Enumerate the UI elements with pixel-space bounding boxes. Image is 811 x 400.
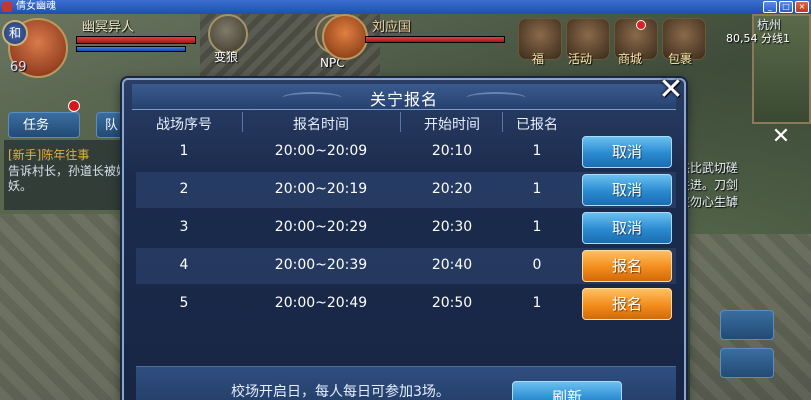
cancel-button[interactable]: 取消 xyxy=(582,174,672,206)
activity-label: 活动 xyxy=(568,52,593,66)
column-divider xyxy=(502,112,503,132)
close-icon[interactable]: ✕ xyxy=(768,124,794,150)
bag-label: 包裹 xyxy=(668,52,693,66)
row-index: 3 xyxy=(179,219,189,235)
window-controls: _ □ × xyxy=(763,1,809,13)
transform-skill-label: 变狼 xyxy=(214,50,239,64)
player-hp-bar xyxy=(76,36,196,44)
col-start-time: 开始时间 xyxy=(424,117,480,133)
tab-quest[interactable]: 任务 xyxy=(8,112,80,138)
welfare-label: 福 xyxy=(532,52,545,66)
player-name: 幽冥异人 xyxy=(82,20,135,35)
player-badge: 和 xyxy=(2,20,28,46)
window-titlebar: 倩女幽魂 _ □ × xyxy=(0,0,811,14)
row-registered: 0 xyxy=(532,257,542,273)
window-title: 倩女幽魂 xyxy=(16,1,56,12)
player-hud: 和 69 幽冥异人 xyxy=(0,14,200,84)
row-start-time: 20:20 xyxy=(431,181,473,197)
quest-description: 告诉村长，孙道长被妖妖。 xyxy=(8,164,129,193)
target-name: 刘应国 xyxy=(372,20,412,35)
row-signup-time: 20:00~20:19 xyxy=(274,181,368,197)
row-signup-time: 20:00~20:29 xyxy=(274,219,368,235)
row-registered: 1 xyxy=(532,143,542,159)
minimap-coords: 80,54 分线1 xyxy=(726,32,790,45)
signup-button[interactable]: 报名 xyxy=(582,288,672,320)
cancel-button[interactable]: 取消 xyxy=(582,136,672,168)
row-registered: 1 xyxy=(532,295,542,311)
quest-title[interactable]: [新手]陈年往事 xyxy=(8,146,89,163)
app-icon xyxy=(2,2,12,12)
row-registered: 1 xyxy=(532,181,542,197)
minimize-button[interactable]: _ xyxy=(763,1,777,13)
chat-line: 共进。刀剑 xyxy=(678,178,739,192)
row-index: 1 xyxy=(179,143,189,159)
table-row: 1 20:00~20:09 20:10 1 取消 xyxy=(136,134,676,170)
dialog-header: 关宁报名 xyxy=(132,84,676,110)
row-start-time: 20:10 xyxy=(431,143,473,159)
cancel-button[interactable]: 取消 xyxy=(582,212,672,244)
shop-notification-dot xyxy=(636,20,646,30)
footer-hint: 校场开启日，每人每日可参加3场。 xyxy=(231,384,450,400)
chat-strip: 杰比武切磋 共进。刀剑 侠勿心生罅 xyxy=(678,160,778,211)
chat-line: 杰比武切磋 xyxy=(678,161,739,175)
column-divider xyxy=(242,112,243,132)
table-row: 5 20:00~20:49 20:50 1 报名 xyxy=(136,286,676,322)
dialog-footer: 校场开启日，每人每日可参加3场。 刷新 xyxy=(136,366,676,400)
row-index: 4 xyxy=(179,257,189,273)
chat-line: 侠勿心生罅 xyxy=(678,195,739,209)
table-header: 战场序号 报名时间 开始时间 已报名 xyxy=(136,110,676,134)
table-row: 4 20:00~20:39 20:40 0 报名 xyxy=(136,248,676,284)
row-start-time: 20:50 xyxy=(431,295,473,311)
player-level: 69 xyxy=(10,60,27,75)
row-signup-time: 20:00~20:39 xyxy=(274,257,368,273)
col-signup-time: 报名时间 xyxy=(293,117,349,133)
shop-label: 商城 xyxy=(618,52,643,66)
row-start-time: 20:40 xyxy=(431,257,473,273)
right-panel-button[interactable] xyxy=(720,310,774,340)
row-signup-time: 20:00~20:09 xyxy=(274,143,368,159)
row-registered: 1 xyxy=(532,219,542,235)
signup-dialog: 关宁报名 ✕ 战场序号 报名时间 开始时间 已报名 1 20:00~20:09 … xyxy=(122,74,686,400)
row-index: 2 xyxy=(179,181,189,197)
window-close-button[interactable]: × xyxy=(795,1,809,13)
player-mp-bar xyxy=(76,46,186,52)
row-index: 5 xyxy=(179,295,189,311)
maximize-button[interactable]: □ xyxy=(779,1,793,13)
row-start-time: 20:30 xyxy=(431,219,473,235)
row-signup-time: 20:00~20:49 xyxy=(274,295,368,311)
column-divider xyxy=(400,112,401,132)
right-panel-button[interactable] xyxy=(720,348,774,378)
refresh-button[interactable]: 刷新 xyxy=(512,381,622,400)
target-avatar[interactable] xyxy=(322,14,368,60)
col-battle-index: 战场序号 xyxy=(156,117,212,133)
target-hp-bar xyxy=(365,36,505,43)
col-registered: 已报名 xyxy=(516,117,558,133)
table-row: 3 20:00~20:29 20:30 1 取消 xyxy=(136,210,676,246)
dialog-close-button[interactable]: ✕ xyxy=(654,74,688,108)
table-row: 2 20:00~20:19 20:20 1 取消 xyxy=(136,172,676,208)
quest-notification-dot xyxy=(68,100,80,112)
dialog-title: 关宁报名 xyxy=(369,90,438,109)
signup-button[interactable]: 报名 xyxy=(582,250,672,282)
scene-stone-left xyxy=(0,214,130,400)
